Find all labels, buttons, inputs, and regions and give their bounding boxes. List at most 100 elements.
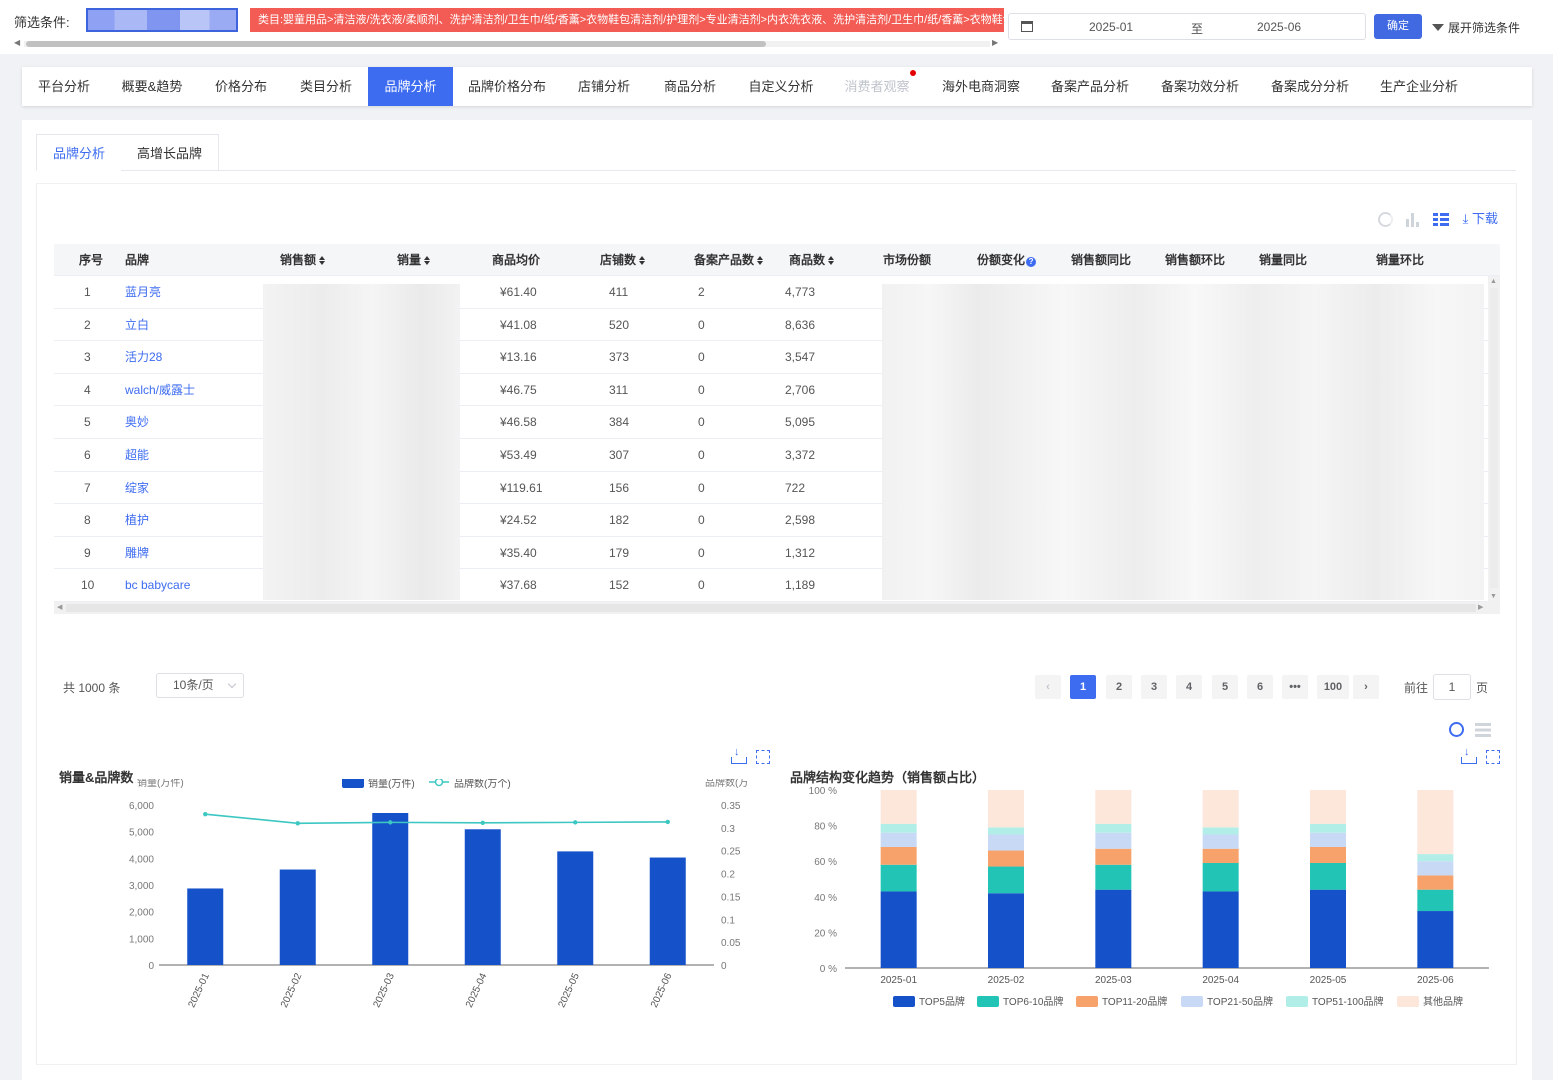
module-tab-bar: 平台分析 概要&趋势 价格分布 类目分析 品牌分析 品牌价格分布 店铺分析 商品… [22, 67, 1532, 106]
cell-brand-link[interactable]: 立白 [125, 309, 149, 341]
download-icon[interactable] [731, 746, 747, 764]
x-tick-label: 2025-06 [1417, 975, 1454, 986]
cell-brand-link[interactable]: 绽家 [125, 472, 149, 504]
download-button[interactable]: ⤓ 下载 [1463, 211, 1498, 226]
scroll-thumb[interactable] [1490, 288, 1498, 588]
confirm-button[interactable]: 确定 [1374, 14, 1422, 39]
fullscreen-icon[interactable] [756, 749, 771, 764]
expand-filter-label: 展开筛选条件 [1448, 21, 1521, 35]
date-range-picker[interactable]: 2025-01 至 2025-06 [1008, 13, 1366, 40]
cell-shops: 179 [609, 545, 630, 560]
subtab-brand-analysis[interactable]: 品牌分析 [36, 134, 122, 171]
cell-index: 8 [84, 513, 91, 528]
col-shops[interactable]: 店铺数 [600, 244, 646, 276]
scroll-thumb[interactable] [66, 604, 1476, 612]
scroll-down-arrow-icon[interactable]: ▼ [1490, 593, 1497, 600]
page-button[interactable]: 2 [1106, 675, 1132, 699]
cell-brand-link[interactable]: 雕牌 [125, 537, 149, 569]
stacked-bar-segment [1310, 790, 1346, 824]
tab-shop-analysis[interactable]: 店铺分析 [570, 67, 638, 106]
filter-horizontal-scrollbar[interactable]: ◀ ▶ [14, 38, 1000, 50]
subtab-high-growth-brands[interactable]: 高增长品牌 [121, 134, 219, 171]
prev-page-button[interactable]: ‹ [1035, 675, 1061, 699]
pie-chart-icon[interactable] [1377, 212, 1393, 228]
cell-brand-link[interactable]: 活力28 [125, 341, 162, 373]
tab-price-distribution[interactable]: 价格分布 [200, 67, 282, 106]
cell-brand-link[interactable]: 超能 [125, 439, 149, 471]
scroll-up-arrow-icon[interactable]: ▲ [1490, 278, 1497, 285]
tab-overview-trend[interactable]: 概要&趋势 [110, 67, 194, 106]
page-button[interactable]: 6 [1247, 675, 1273, 699]
y-tick-label: 20 % [814, 928, 837, 939]
y-tick-label: 1,000 [129, 934, 154, 945]
page-button[interactable]: 1 [1070, 675, 1096, 699]
cell-brand-link[interactable]: bc babycare [125, 569, 190, 601]
scroll-left-arrow-icon[interactable]: ◀ [14, 38, 20, 47]
line-point [388, 820, 393, 825]
cell-brand-link[interactable]: 蓝月亮 [125, 276, 161, 308]
col-products[interactable]: 商品数 [789, 244, 835, 276]
cell-avg-price: ¥13.16 [500, 350, 537, 365]
cell-brand-link[interactable]: 植护 [125, 504, 149, 536]
sort-icon[interactable] [319, 256, 326, 265]
col-sales-volume-label: 销量 [397, 253, 422, 267]
y-tick-label: 80 % [814, 822, 837, 833]
page-button[interactable]: 3 [1141, 675, 1167, 699]
y-tick-label: 0 % [820, 964, 837, 975]
legend-label: 销量(万件) [368, 779, 415, 790]
sort-icon[interactable] [639, 256, 646, 265]
scroll-left-arrow-icon[interactable]: ◀ [57, 603, 62, 611]
scroll-thumb[interactable] [26, 41, 766, 47]
scroll-right-arrow-icon[interactable]: ▶ [992, 38, 998, 47]
table-view-icon[interactable] [1475, 722, 1492, 737]
sort-icon[interactable] [828, 256, 835, 265]
redacted-share-columns [882, 284, 1484, 600]
tab-overseas-ecommerce[interactable]: 海外电商洞察 [936, 67, 1026, 106]
date-start[interactable]: 2025-01 [1089, 20, 1133, 34]
tab-brand-analysis[interactable]: 品牌分析 [368, 67, 453, 106]
tab-filing-efficacy-analysis[interactable]: 备案功效分析 [1156, 67, 1244, 106]
tab-product-analysis[interactable]: 商品分析 [656, 67, 724, 106]
filter-selected-chip[interactable] [86, 8, 238, 32]
tab-platform-analysis[interactable]: 平台分析 [22, 67, 106, 106]
legend-label: 品牌数(万个) [454, 779, 511, 790]
next-page-button[interactable]: › [1353, 675, 1379, 699]
category-filter-tag[interactable]: 类目:婴童用品>清洁液/洗衣液/柔顺剂、洗护清洁剂/卫生巾/纸/香薰>衣物鞋包清… [250, 8, 1004, 32]
stacked-bar-segment [1095, 864, 1132, 890]
cell-products: 8,636 [785, 317, 816, 332]
download-label: 下载 [1471, 211, 1498, 226]
cell-brand-link[interactable]: 奥妙 [125, 406, 149, 438]
more-pages-button[interactable]: ••• [1282, 675, 1308, 699]
tab-category-analysis[interactable]: 类目分析 [286, 67, 366, 106]
cell-avg-price: ¥35.40 [500, 545, 537, 560]
pie-chart-icon[interactable] [1449, 722, 1464, 738]
tab-brand-price-distribution[interactable]: 品牌价格分布 [462, 67, 552, 106]
download-icon[interactable] [1461, 746, 1477, 764]
table-horizontal-scrollbar[interactable]: ◀ ▶ [54, 602, 1500, 614]
scroll-right-arrow-icon[interactable]: ▶ [1478, 603, 1483, 611]
col-filings[interactable]: 备案产品数 [694, 244, 764, 276]
table-view-icon[interactable] [1433, 212, 1450, 227]
fullscreen-icon[interactable] [1486, 749, 1501, 764]
col-sales-amount[interactable]: 销售额 [280, 244, 326, 276]
col-sales-volume[interactable]: 销量 [397, 244, 431, 276]
goto-page-input[interactable]: 1 [1433, 674, 1471, 700]
page-button[interactable]: 4 [1176, 675, 1202, 699]
tab-filing-ingredient-analysis[interactable]: 备案成分分析 [1266, 67, 1354, 106]
sort-icon[interactable] [757, 256, 764, 265]
page-button[interactable]: 100 [1317, 675, 1349, 699]
bar-chart-icon[interactable] [1405, 212, 1420, 227]
page-button[interactable]: 5 [1212, 675, 1238, 699]
date-end[interactable]: 2025-06 [1257, 20, 1301, 34]
stacked-bar-segment [988, 834, 1024, 851]
sort-icon[interactable] [424, 256, 431, 265]
help-icon[interactable]: ? [1026, 257, 1037, 267]
expand-filter-button[interactable]: 展开筛选条件 [1432, 19, 1520, 36]
tab-filing-product-analysis[interactable]: 备案产品分析 [1046, 67, 1134, 106]
tab-manufacturer-analysis[interactable]: 生产企业分析 [1376, 67, 1462, 106]
stacked-bar-segment [880, 846, 917, 865]
cell-brand-link[interactable]: walch/威露士 [125, 374, 195, 406]
table-vertical-scrollbar[interactable]: ▲ ▼ [1488, 276, 1500, 602]
tab-custom-analysis[interactable]: 自定义分析 [740, 67, 822, 106]
tab-consumer-insight[interactable]: 消费者观察 [840, 67, 914, 106]
